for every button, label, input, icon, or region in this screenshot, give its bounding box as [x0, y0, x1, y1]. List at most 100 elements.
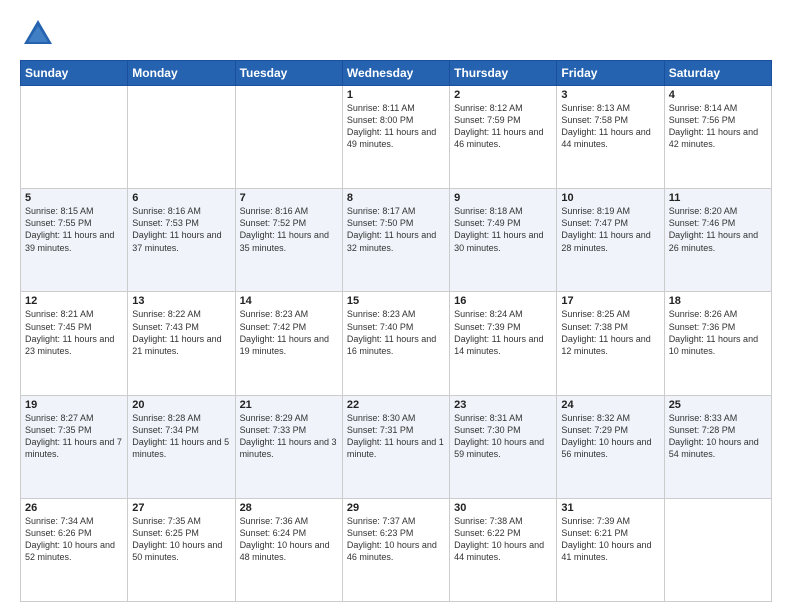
day-cell: 31Sunrise: 7:39 AM Sunset: 6:21 PM Dayli…	[557, 498, 664, 601]
day-cell: 22Sunrise: 8:30 AM Sunset: 7:31 PM Dayli…	[342, 395, 449, 498]
day-number: 6	[132, 192, 230, 204]
day-number: 4	[669, 89, 767, 101]
day-number: 26	[25, 502, 123, 514]
day-cell: 18Sunrise: 8:26 AM Sunset: 7:36 PM Dayli…	[664, 292, 771, 395]
day-info: Sunrise: 7:39 AM Sunset: 6:21 PM Dayligh…	[561, 515, 659, 564]
week-row-5: 26Sunrise: 7:34 AM Sunset: 6:26 PM Dayli…	[21, 498, 772, 601]
day-info: Sunrise: 7:38 AM Sunset: 6:22 PM Dayligh…	[454, 515, 552, 564]
day-info: Sunrise: 7:34 AM Sunset: 6:26 PM Dayligh…	[25, 515, 123, 564]
day-info: Sunrise: 8:17 AM Sunset: 7:50 PM Dayligh…	[347, 205, 445, 254]
day-cell	[21, 86, 128, 189]
day-info: Sunrise: 8:18 AM Sunset: 7:49 PM Dayligh…	[454, 205, 552, 254]
day-info: Sunrise: 8:16 AM Sunset: 7:53 PM Dayligh…	[132, 205, 230, 254]
page: SundayMondayTuesdayWednesdayThursdayFrid…	[0, 0, 792, 612]
day-number: 25	[669, 399, 767, 411]
day-number: 3	[561, 89, 659, 101]
day-number: 13	[132, 295, 230, 307]
day-cell: 1Sunrise: 8:11 AM Sunset: 8:00 PM Daylig…	[342, 86, 449, 189]
day-info: Sunrise: 8:12 AM Sunset: 7:59 PM Dayligh…	[454, 102, 552, 151]
day-number: 17	[561, 295, 659, 307]
day-info: Sunrise: 8:25 AM Sunset: 7:38 PM Dayligh…	[561, 308, 659, 357]
day-cell: 9Sunrise: 8:18 AM Sunset: 7:49 PM Daylig…	[450, 189, 557, 292]
day-number: 20	[132, 399, 230, 411]
day-cell: 24Sunrise: 8:32 AM Sunset: 7:29 PM Dayli…	[557, 395, 664, 498]
day-info: Sunrise: 8:29 AM Sunset: 7:33 PM Dayligh…	[240, 412, 338, 461]
day-info: Sunrise: 8:16 AM Sunset: 7:52 PM Dayligh…	[240, 205, 338, 254]
day-info: Sunrise: 8:13 AM Sunset: 7:58 PM Dayligh…	[561, 102, 659, 151]
day-info: Sunrise: 8:22 AM Sunset: 7:43 PM Dayligh…	[132, 308, 230, 357]
day-cell: 3Sunrise: 8:13 AM Sunset: 7:58 PM Daylig…	[557, 86, 664, 189]
day-info: Sunrise: 7:35 AM Sunset: 6:25 PM Dayligh…	[132, 515, 230, 564]
week-row-1: 1Sunrise: 8:11 AM Sunset: 8:00 PM Daylig…	[21, 86, 772, 189]
day-number: 1	[347, 89, 445, 101]
day-info: Sunrise: 8:27 AM Sunset: 7:35 PM Dayligh…	[25, 412, 123, 461]
day-info: Sunrise: 8:32 AM Sunset: 7:29 PM Dayligh…	[561, 412, 659, 461]
day-number: 2	[454, 89, 552, 101]
logo-icon	[20, 16, 56, 52]
day-number: 15	[347, 295, 445, 307]
day-info: Sunrise: 8:31 AM Sunset: 7:30 PM Dayligh…	[454, 412, 552, 461]
day-cell: 11Sunrise: 8:20 AM Sunset: 7:46 PM Dayli…	[664, 189, 771, 292]
day-number: 14	[240, 295, 338, 307]
day-info: Sunrise: 7:36 AM Sunset: 6:24 PM Dayligh…	[240, 515, 338, 564]
day-info: Sunrise: 8:23 AM Sunset: 7:42 PM Dayligh…	[240, 308, 338, 357]
week-row-2: 5Sunrise: 8:15 AM Sunset: 7:55 PM Daylig…	[21, 189, 772, 292]
week-row-4: 19Sunrise: 8:27 AM Sunset: 7:35 PM Dayli…	[21, 395, 772, 498]
day-number: 29	[347, 502, 445, 514]
day-number: 12	[25, 295, 123, 307]
day-info: Sunrise: 7:37 AM Sunset: 6:23 PM Dayligh…	[347, 515, 445, 564]
weekday-header-row: SundayMondayTuesdayWednesdayThursdayFrid…	[21, 61, 772, 86]
day-cell: 2Sunrise: 8:12 AM Sunset: 7:59 PM Daylig…	[450, 86, 557, 189]
day-cell: 19Sunrise: 8:27 AM Sunset: 7:35 PM Dayli…	[21, 395, 128, 498]
day-number: 22	[347, 399, 445, 411]
weekday-header-tuesday: Tuesday	[235, 61, 342, 86]
day-number: 18	[669, 295, 767, 307]
day-number: 19	[25, 399, 123, 411]
day-info: Sunrise: 8:20 AM Sunset: 7:46 PM Dayligh…	[669, 205, 767, 254]
header	[20, 16, 772, 52]
day-cell: 10Sunrise: 8:19 AM Sunset: 7:47 PM Dayli…	[557, 189, 664, 292]
day-cell: 7Sunrise: 8:16 AM Sunset: 7:52 PM Daylig…	[235, 189, 342, 292]
day-number: 9	[454, 192, 552, 204]
day-cell: 14Sunrise: 8:23 AM Sunset: 7:42 PM Dayli…	[235, 292, 342, 395]
day-number: 7	[240, 192, 338, 204]
day-number: 27	[132, 502, 230, 514]
day-number: 21	[240, 399, 338, 411]
day-cell: 23Sunrise: 8:31 AM Sunset: 7:30 PM Dayli…	[450, 395, 557, 498]
day-cell: 20Sunrise: 8:28 AM Sunset: 7:34 PM Dayli…	[128, 395, 235, 498]
day-cell: 12Sunrise: 8:21 AM Sunset: 7:45 PM Dayli…	[21, 292, 128, 395]
day-cell	[128, 86, 235, 189]
day-info: Sunrise: 8:21 AM Sunset: 7:45 PM Dayligh…	[25, 308, 123, 357]
day-info: Sunrise: 8:11 AM Sunset: 8:00 PM Dayligh…	[347, 102, 445, 151]
calendar-table: SundayMondayTuesdayWednesdayThursdayFrid…	[20, 60, 772, 602]
day-info: Sunrise: 8:28 AM Sunset: 7:34 PM Dayligh…	[132, 412, 230, 461]
day-info: Sunrise: 8:19 AM Sunset: 7:47 PM Dayligh…	[561, 205, 659, 254]
day-number: 5	[25, 192, 123, 204]
day-number: 24	[561, 399, 659, 411]
day-number: 31	[561, 502, 659, 514]
day-number: 28	[240, 502, 338, 514]
day-cell: 16Sunrise: 8:24 AM Sunset: 7:39 PM Dayli…	[450, 292, 557, 395]
day-cell	[235, 86, 342, 189]
weekday-header-monday: Monday	[128, 61, 235, 86]
day-number: 23	[454, 399, 552, 411]
day-cell: 15Sunrise: 8:23 AM Sunset: 7:40 PM Dayli…	[342, 292, 449, 395]
day-info: Sunrise: 8:30 AM Sunset: 7:31 PM Dayligh…	[347, 412, 445, 461]
weekday-header-wednesday: Wednesday	[342, 61, 449, 86]
weekday-header-friday: Friday	[557, 61, 664, 86]
day-info: Sunrise: 8:33 AM Sunset: 7:28 PM Dayligh…	[669, 412, 767, 461]
day-info: Sunrise: 8:23 AM Sunset: 7:40 PM Dayligh…	[347, 308, 445, 357]
day-cell	[664, 498, 771, 601]
day-cell: 21Sunrise: 8:29 AM Sunset: 7:33 PM Dayli…	[235, 395, 342, 498]
day-number: 8	[347, 192, 445, 204]
day-cell: 28Sunrise: 7:36 AM Sunset: 6:24 PM Dayli…	[235, 498, 342, 601]
day-cell: 4Sunrise: 8:14 AM Sunset: 7:56 PM Daylig…	[664, 86, 771, 189]
logo	[20, 16, 62, 52]
weekday-header-thursday: Thursday	[450, 61, 557, 86]
day-cell: 26Sunrise: 7:34 AM Sunset: 6:26 PM Dayli…	[21, 498, 128, 601]
day-cell: 5Sunrise: 8:15 AM Sunset: 7:55 PM Daylig…	[21, 189, 128, 292]
day-info: Sunrise: 8:24 AM Sunset: 7:39 PM Dayligh…	[454, 308, 552, 357]
weekday-header-saturday: Saturday	[664, 61, 771, 86]
day-number: 10	[561, 192, 659, 204]
day-info: Sunrise: 8:14 AM Sunset: 7:56 PM Dayligh…	[669, 102, 767, 151]
